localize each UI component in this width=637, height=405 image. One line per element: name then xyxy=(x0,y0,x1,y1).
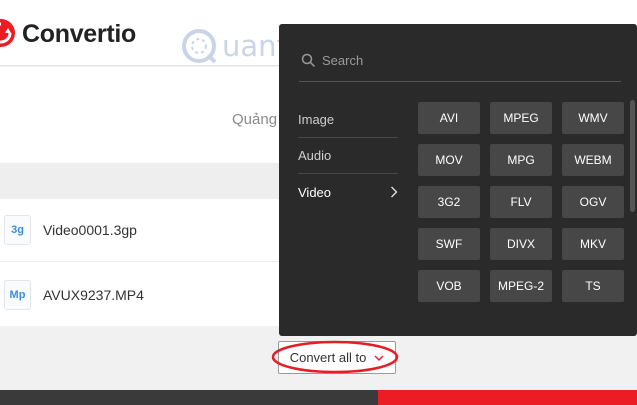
format-button[interactable]: MKV xyxy=(562,228,624,260)
format-dropdown: Image Audio Video AVI MPEG WMV MOV MPG W… xyxy=(279,24,637,336)
file-list: 3g Video0001.3gp Mp AVUX9237.MP4 xyxy=(0,199,300,326)
category-video[interactable]: Video xyxy=(298,174,398,210)
format-button[interactable]: MOV xyxy=(418,144,480,176)
format-button[interactable]: VOB xyxy=(418,270,480,302)
format-button[interactable]: OGV xyxy=(562,186,624,218)
bottom-bar-dark xyxy=(0,390,378,405)
format-button[interactable]: AVI xyxy=(418,102,480,134)
file-row[interactable]: 3g Video0001.3gp xyxy=(0,199,300,262)
format-button[interactable]: 3G2 xyxy=(418,186,480,218)
format-button[interactable]: FLV xyxy=(490,186,552,218)
format-button[interactable]: MPEG-2 xyxy=(490,270,552,302)
category-audio[interactable]: Audio xyxy=(298,138,398,174)
file-type-icon: Mp xyxy=(4,279,31,310)
bottom-bar xyxy=(0,390,637,405)
ad-label: Quảng xyxy=(232,111,278,128)
dropdown-scrollbar[interactable] xyxy=(630,100,635,212)
category-image[interactable]: Image xyxy=(298,102,398,138)
search-input[interactable] xyxy=(322,53,602,68)
format-button[interactable]: TS xyxy=(562,270,624,302)
convert-all-button[interactable]: Convert all to xyxy=(278,341,396,374)
format-button[interactable]: SWF xyxy=(418,228,480,260)
category-label: Audio xyxy=(298,148,332,163)
category-label: Video xyxy=(298,184,332,200)
file-row[interactable]: Mp AVUX9237.MP4 xyxy=(0,263,300,326)
category-list: Image Audio Video xyxy=(298,102,398,210)
chevron-down-icon xyxy=(374,355,384,361)
format-button[interactable]: MPG xyxy=(490,144,552,176)
format-button[interactable]: WEBM xyxy=(562,144,624,176)
format-button[interactable]: DIVX xyxy=(490,228,552,260)
bottom-bar-red xyxy=(378,390,637,405)
logo-text: Convertio xyxy=(22,20,136,48)
search-icon xyxy=(301,53,316,68)
chevron-right-icon xyxy=(391,186,398,198)
convertio-logo-icon xyxy=(0,19,15,47)
convert-all-label: Convert all to xyxy=(289,350,367,365)
format-search xyxy=(299,40,621,82)
format-button[interactable]: WMV xyxy=(562,102,624,134)
category-label: Image xyxy=(298,112,335,127)
format-grid: AVI MPEG WMV MOV MPG WEBM 3G2 FLV OGV SW… xyxy=(418,102,624,302)
format-button[interactable]: MPEG xyxy=(490,102,552,134)
file-type-icon: 3g xyxy=(4,215,31,245)
file-name: AVUX9237.MP4 xyxy=(43,286,144,303)
file-name: Video0001.3gp xyxy=(43,222,137,238)
